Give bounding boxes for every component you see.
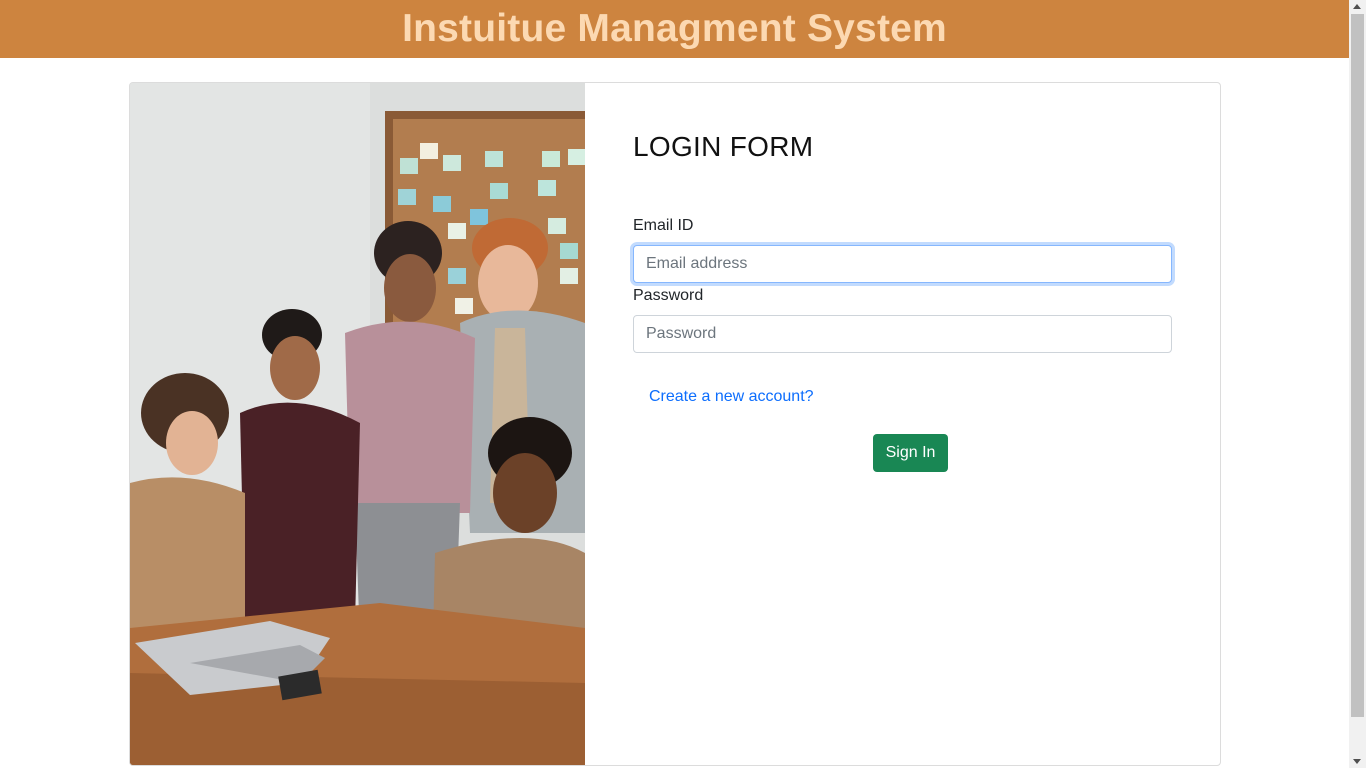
app-title: Instuitue Managment System: [402, 7, 947, 50]
team-photo: [130, 83, 585, 765]
email-label: Email ID: [633, 217, 694, 234]
page: Instuitue Managment System LOGIN FORM Em…: [0, 0, 1366, 768]
create-account-link[interactable]: Create a new account?: [649, 388, 814, 406]
email-input[interactable]: [633, 245, 1172, 283]
login-form: LOGIN FORM Email ID Password Create a ne…: [585, 83, 1220, 765]
login-card: LOGIN FORM Email ID Password Create a ne…: [129, 82, 1221, 766]
scroll-down-arrow-icon[interactable]: [1353, 759, 1361, 764]
password-input[interactable]: [633, 315, 1172, 353]
password-label: Password: [633, 287, 704, 304]
scroll-up-arrow-icon[interactable]: [1353, 4, 1361, 9]
app-header: Instuitue Managment System: [0, 0, 1349, 58]
scrollbar-thumb[interactable]: [1351, 14, 1364, 717]
vertical-scrollbar[interactable]: [1349, 0, 1366, 768]
form-title: LOGIN FORM: [633, 131, 814, 162]
sign-in-button[interactable]: Sign In: [873, 434, 948, 472]
